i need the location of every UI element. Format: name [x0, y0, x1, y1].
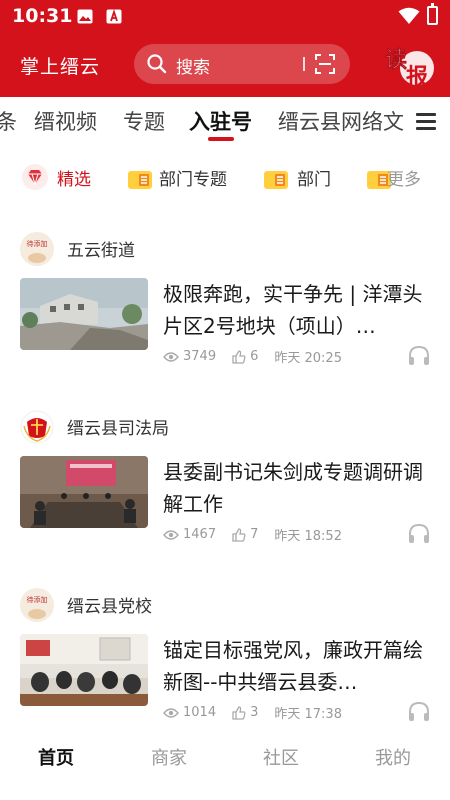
source-name[interactable]: 缙云县司法局	[67, 414, 169, 439]
views-eye-icon	[163, 529, 179, 540]
like-thumb-icon[interactable]	[232, 705, 246, 720]
article-title[interactable]: 锚定目标强党风，廉政开篇绘新图--中共缙云县委…	[163, 634, 433, 698]
like-count: 3	[250, 705, 259, 720]
justice-emblem-icon	[20, 410, 54, 444]
read-newspaper-button[interactable]: 读 报	[380, 40, 438, 92]
article-meta: 1014 3 昨天 17:38	[163, 703, 358, 722]
search-divider	[303, 57, 305, 71]
sub-category-row: 精选 部门专题 部门 更多	[0, 157, 450, 201]
feed-item[interactable]: 缙云县司法局 县委副书记朱剑成专题调研调解工作 1467 7 昨天 18:52	[0, 408, 450, 558]
source-avatar[interactable]: 待添加	[20, 588, 54, 622]
tab-settled-accounts[interactable]: 入驻号	[189, 106, 252, 136]
search-bar[interactable]: 搜索	[134, 44, 350, 84]
diamond-icon	[22, 164, 48, 190]
feed-item[interactable]: 待添加 缙云县党校 锚定目标强党风，廉政开篇绘新图--中共缙云县委… 1014 …	[0, 586, 450, 726]
source-name[interactable]: 五云街道	[67, 236, 135, 261]
headphones-icon[interactable]	[407, 700, 431, 722]
publish-time: 昨天 17:38	[274, 707, 342, 722]
image-icon	[77, 9, 93, 24]
svg-text:读: 读	[385, 47, 407, 73]
newspaper-badge-icon: 读 报	[385, 47, 434, 90]
a-notification-icon	[106, 9, 122, 24]
headphones-icon[interactable]	[407, 344, 431, 366]
nav-merchants[interactable]: 商家	[124, 744, 214, 770]
article-title[interactable]: 县委副书记朱剑成专题调研调解工作	[163, 456, 433, 520]
meeting-room-image	[20, 456, 148, 528]
like-thumb-icon[interactable]	[232, 527, 246, 542]
tab-news[interactable]: 条	[0, 106, 17, 136]
channel-menu-icon[interactable]	[406, 97, 450, 145]
source-avatar[interactable]	[20, 410, 54, 444]
article-thumbnail[interactable]	[20, 634, 148, 706]
battery-icon	[427, 3, 438, 25]
views-eye-icon	[163, 707, 179, 718]
views-eye-icon	[163, 351, 179, 362]
view-count: 3749	[183, 349, 217, 364]
subtab-featured[interactable]: 精选	[57, 165, 91, 190]
article-thumbnail[interactable]	[20, 456, 148, 528]
classroom-image	[20, 634, 148, 706]
article-meta: 1467 7 昨天 18:52	[163, 525, 358, 544]
search-icon	[147, 54, 167, 74]
view-count: 1467	[183, 527, 217, 542]
subtab-more[interactable]: 更多	[387, 165, 421, 190]
svg-text:报: 报	[406, 64, 428, 90]
demolition-site-image	[20, 278, 148, 350]
placeholder-avatar-icon: 待添加	[20, 588, 54, 622]
headphones-icon[interactable]	[407, 522, 431, 544]
tab-jin-video[interactable]: 缙视频	[34, 106, 97, 136]
like-thumb-icon[interactable]	[232, 349, 246, 364]
subtab-dept-topics[interactable]: 部门专题	[159, 165, 227, 190]
nav-mine[interactable]: 我的	[348, 744, 438, 770]
dept-topics-icon	[128, 171, 152, 189]
app-brand-title: 掌上缙云	[20, 56, 101, 78]
subtab-dept[interactable]: 部门	[297, 165, 331, 190]
like-count: 7	[250, 527, 259, 542]
publish-time: 昨天 18:52	[274, 529, 342, 544]
tab-county-network[interactable]: 缙云县网络文	[278, 106, 404, 136]
source-name[interactable]: 缙云县党校	[67, 592, 152, 617]
active-tab-indicator	[208, 137, 234, 141]
article-title[interactable]: 极限奔跑，实干争先 | 洋潭头片区2号地块（项山）…	[163, 278, 433, 342]
tab-topics[interactable]: 专题	[123, 106, 165, 136]
status-time: 10:31	[12, 5, 73, 27]
article-meta: 3749 6 昨天 20:25	[163, 347, 358, 366]
like-count: 6	[250, 349, 259, 364]
article-thumbnail[interactable]	[20, 278, 148, 350]
feed-item[interactable]: 待添加 五云街道 极限奔跑，实干争先 | 洋潭头片区2号地块（项山）… 3749…	[0, 230, 450, 380]
wifi-icon	[398, 7, 420, 24]
placeholder-avatar-icon: 待添加	[20, 232, 54, 266]
svg-text:待添加: 待添加	[27, 595, 48, 604]
bottom-nav: 首页 商家 社区 我的	[0, 734, 450, 800]
status-bar: 10:31	[0, 0, 450, 34]
nav-home[interactable]: 首页	[11, 744, 101, 770]
search-placeholder: 搜索	[176, 58, 210, 78]
svg-text:待添加: 待添加	[27, 239, 48, 248]
app-header: 10:31 掌上缙云 搜索 读 报	[0, 0, 450, 97]
publish-time: 昨天 20:25	[274, 351, 342, 366]
dept-icon	[264, 171, 288, 189]
channel-tabs: 条 缙视频 专题 入驻号 缙云县网络文	[0, 97, 450, 145]
source-avatar[interactable]: 待添加	[20, 232, 54, 266]
scan-icon[interactable]	[314, 53, 336, 75]
view-count: 1014	[183, 705, 217, 720]
nav-community[interactable]: 社区	[236, 744, 326, 770]
